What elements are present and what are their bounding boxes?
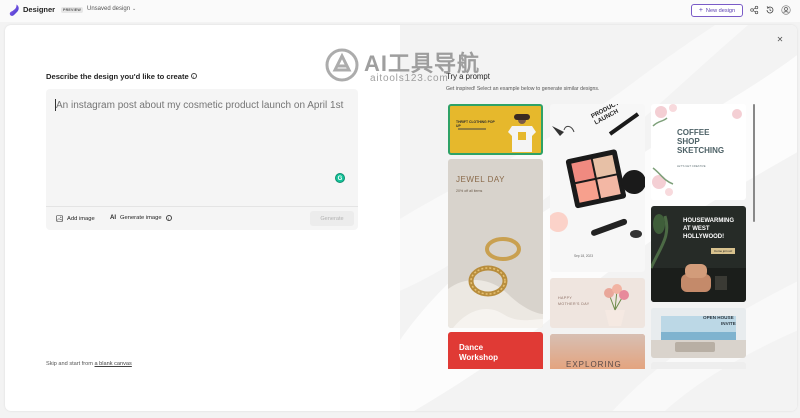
watermark-logo-icon	[325, 48, 359, 82]
housewarming-line3: HOLLYWOOD!	[683, 234, 725, 240]
jewel-title: JEWEL DAY	[456, 175, 505, 184]
coffee-line3: SKETCHING	[677, 146, 725, 155]
product-launch-date: Sep 18, 2023	[574, 254, 593, 258]
new-design-button[interactable]: + New design	[691, 4, 743, 17]
ai-icon: AI	[110, 215, 116, 221]
history-icon[interactable]	[765, 5, 775, 15]
mothers-line2: MOTHER'S DAY	[558, 302, 590, 306]
generate-button[interactable]: Generate	[310, 211, 354, 226]
try-a-prompt-subtitle: Get inspired! Select an example below to…	[446, 86, 600, 92]
blank-canvas-link[interactable]: a blank canvas	[95, 361, 132, 367]
plus-icon: +	[698, 7, 703, 14]
top-bar: Designer PREVIEW Unsaved design ⌄ + New …	[0, 0, 800, 22]
cosmetics-palette-image	[550, 112, 645, 238]
skip-blank-canvas: Skip and start from a blank canvas	[46, 361, 132, 367]
scroll-thumb[interactable]	[752, 104, 755, 222]
describe-design-text: Describe the design you'd like to create	[46, 72, 189, 81]
example-housewarming[interactable]: HOUSEWARMING AT WEST HOLLYWOOD! Come joi…	[651, 206, 746, 302]
example-open-house[interactable]: OPEN HOUSE INVITE	[651, 308, 746, 358]
share-icon[interactable]	[749, 5, 759, 15]
example-jewel-day[interactable]: JEWEL DAY 20% off all items	[448, 159, 543, 328]
add-image-button[interactable]: Add image	[56, 215, 95, 222]
image-icon	[56, 215, 63, 222]
watermark-subtitle: aitools123.com	[370, 73, 449, 84]
flower-bouquet-image	[604, 284, 629, 326]
document-name[interactable]: Unsaved design	[87, 6, 130, 12]
info-icon[interactable]: i	[190, 73, 197, 79]
prompt-examples-grid: THRIFT CLOTHING POP UP JEWEL DAY 20% off…	[448, 104, 754, 369]
mothers-line1: HAPPY	[558, 296, 573, 300]
example-exploring[interactable]: EXPLORING	[550, 334, 645, 369]
close-icon[interactable]: ✕	[775, 35, 785, 45]
watermark: AI工具导航 aitools123.com	[323, 46, 489, 86]
generate-info-icon[interactable]: i	[165, 215, 172, 221]
preview-badge: PREVIEW	[61, 7, 83, 13]
grammarly-icon[interactable]: G	[335, 173, 345, 183]
example-thrift-clothing[interactable]: THRIFT CLOTHING POP UP	[448, 104, 543, 155]
open-house-line1: OPEN HOUSE	[703, 315, 734, 320]
example-more[interactable]	[651, 362, 746, 369]
generate-image-button[interactable]: AI Generate image i	[110, 215, 172, 221]
account-icon[interactable]	[781, 5, 791, 15]
prompt-input[interactable]	[56, 99, 351, 159]
coffee-line1: COFFEE	[677, 128, 710, 137]
example-product-launch[interactable]: PRODUCT LAUNCH Sep 18, 2023	[550, 104, 645, 272]
skip-prefix: Skip and start from	[46, 361, 93, 367]
example-coffee-shop[interactable]: COFFEE SHOP SKETCHING LET'S GET CREATIVE	[651, 104, 746, 200]
new-design-label: New design	[705, 7, 736, 14]
open-house-line2: INVITE	[721, 321, 736, 326]
housewarming-tag: Come join us!	[711, 248, 736, 254]
generate-image-label: Generate image	[120, 215, 162, 221]
coffee-line2: SHOP	[677, 137, 700, 146]
chevron-down-icon[interactable]: ⌄	[132, 6, 136, 12]
coffee-subtitle: LET'S GET CREATIVE	[677, 164, 706, 168]
designer-logo-icon	[9, 4, 19, 16]
app-title: Designer	[23, 5, 56, 14]
example-mothers-day[interactable]: HAPPY MOTHER'S DAY	[550, 278, 645, 328]
housewarming-line1: HOUSEWARMING	[683, 218, 734, 224]
jewel-subtitle: 20% off all items	[456, 189, 483, 193]
thrift-title: THRIFT CLOTHING POP UP	[456, 120, 495, 128]
prompt-toolbar: Add image AI Generate image i Generate	[46, 206, 358, 230]
tshirt-icon	[508, 114, 536, 152]
text-caret	[55, 99, 56, 111]
create-design-dialog: Try a prompt Get inspired! Select an exa…	[5, 25, 797, 411]
gold-rings-image	[448, 237, 543, 328]
example-dance-workshop[interactable]: Dance Workshop	[448, 332, 543, 369]
dance-line1: Dance	[459, 343, 484, 352]
examples-scrollbar[interactable]	[752, 104, 755, 369]
dance-line2: Workshop	[459, 353, 498, 362]
add-image-label: Add image	[67, 215, 95, 222]
describe-design-label: Describe the design you'd like to create…	[46, 72, 197, 81]
exploring-title: EXPLORING	[566, 360, 622, 369]
housewarming-line2: AT WEST	[683, 226, 710, 232]
